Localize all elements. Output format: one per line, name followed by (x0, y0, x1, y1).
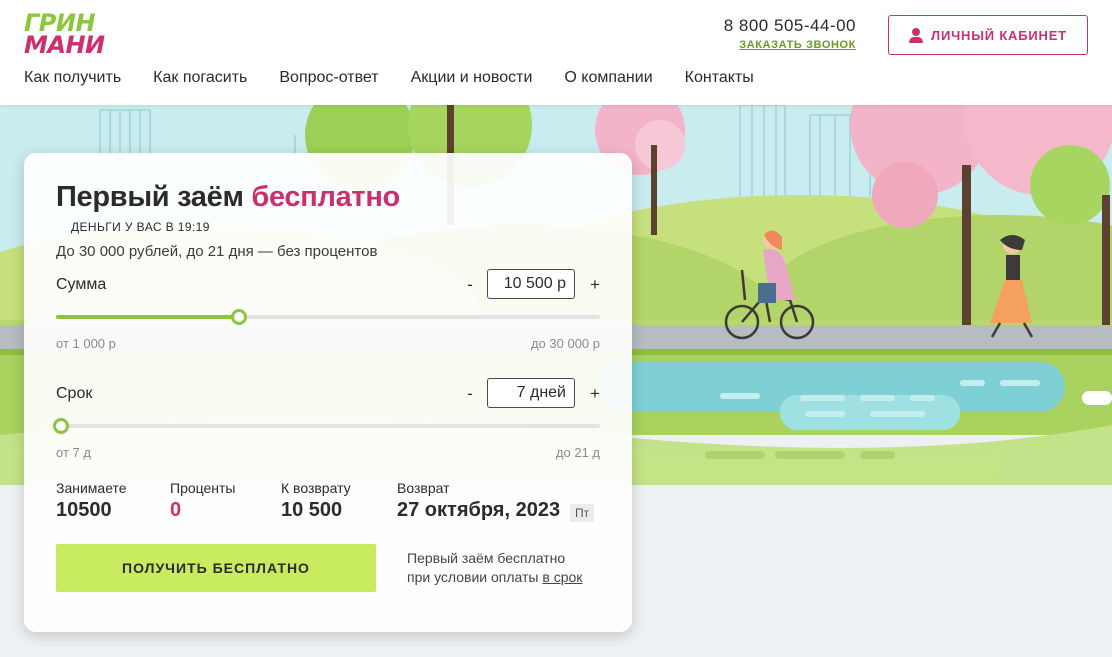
logo-line-2: МАНИ (24, 31, 105, 59)
get-free-loan-button[interactable]: ПОЛУЧИТЬ БЕСПЛАТНО (56, 544, 376, 592)
title-accent: бесплатно (251, 181, 400, 213)
term-slider-handle[interactable] (53, 418, 69, 434)
personal-cabinet-button[interactable]: ЛИЧНЫЙ КАБИНЕТ (888, 15, 1088, 55)
amount-max-label: до 30 000 р (530, 336, 600, 351)
interest-label: Проценты (170, 480, 236, 496)
term-min-label: от 7 д (56, 445, 91, 460)
note-line-2-text: при условии оплаты (407, 569, 543, 585)
money-time-note: ДЕНЬГИ У ВАС В 19:19 (71, 220, 210, 234)
calculator-title: Первый заём бесплатно (56, 181, 400, 214)
term-minus-button[interactable]: - (462, 384, 478, 404)
nav-how-to-repay[interactable]: Как погасить (153, 69, 247, 87)
return-amount-value: 10 500 (281, 499, 343, 521)
site-header: ГРИН МАНИ Как получить Как погасить Вопр… (0, 0, 1112, 105)
term-plus-button[interactable]: + (587, 384, 603, 404)
phone-number[interactable]: 8 800 505-44-00 (724, 16, 856, 36)
contact-block: 8 800 505-44-00 ЗАКАЗАТЬ ЗВОНОК (724, 16, 856, 51)
main-nav: Как получить Как погасить Вопрос-ответ А… (24, 69, 786, 87)
logo[interactable]: ГРИН МАНИ (24, 11, 105, 59)
term-slider[interactable] (53, 418, 600, 434)
nav-faq[interactable]: Вопрос-ответ (279, 69, 378, 87)
loan-calculator-card: Первый заём бесплатно ДЕНЬГИ У ВАС В 19:… (24, 153, 632, 632)
note-line-2: при условии оплаты в срок (407, 568, 582, 587)
amount-plus-button[interactable]: + (587, 275, 603, 295)
interest-value: 0 (170, 499, 182, 521)
nav-contacts[interactable]: Контакты (685, 69, 754, 87)
term-max-label: до 21 д (555, 445, 600, 460)
user-icon (909, 27, 924, 43)
borrow-value: 10500 (56, 499, 112, 521)
note-line-1: Первый заём бесплатно (407, 550, 566, 566)
amount-minus-button[interactable]: - (462, 275, 478, 295)
return-weekday-badge: Пт (570, 504, 595, 522)
term-input[interactable]: 7 дней (487, 378, 575, 408)
amount-label: Сумма (56, 276, 107, 293)
title-main: Первый заём (56, 181, 244, 213)
borrow-label: Занимаете (56, 480, 127, 496)
free-loan-note: Первый заём бесплатно при условии оплаты… (407, 549, 582, 587)
amount-slider-handle[interactable] (231, 309, 248, 325)
nav-promos-news[interactable]: Акции и новости (411, 69, 533, 87)
amount-slider-fill (56, 315, 235, 319)
on-time-link[interactable]: в срок (542, 569, 582, 585)
callback-link[interactable]: ЗАКАЗАТЬ ЗВОНОК (724, 39, 856, 51)
calculator-subtitle: До 30 000 рублей, до 21 дня — без процен… (56, 243, 378, 260)
amount-input[interactable]: 10 500 р (487, 269, 575, 299)
return-date-label: Возврат (397, 480, 450, 496)
nav-how-to-get[interactable]: Как получить (24, 69, 121, 87)
return-amount-label: К возврату (281, 480, 351, 496)
nav-about[interactable]: О компании (564, 69, 652, 87)
return-date-value: 27 октября, 2023 (397, 499, 561, 521)
personal-cabinet-label: ЛИЧНЫЙ КАБИНЕТ (931, 27, 1067, 43)
amount-min-label: от 1 000 р (56, 336, 116, 351)
term-label: Срок (56, 385, 93, 402)
amount-slider[interactable] (56, 309, 600, 325)
